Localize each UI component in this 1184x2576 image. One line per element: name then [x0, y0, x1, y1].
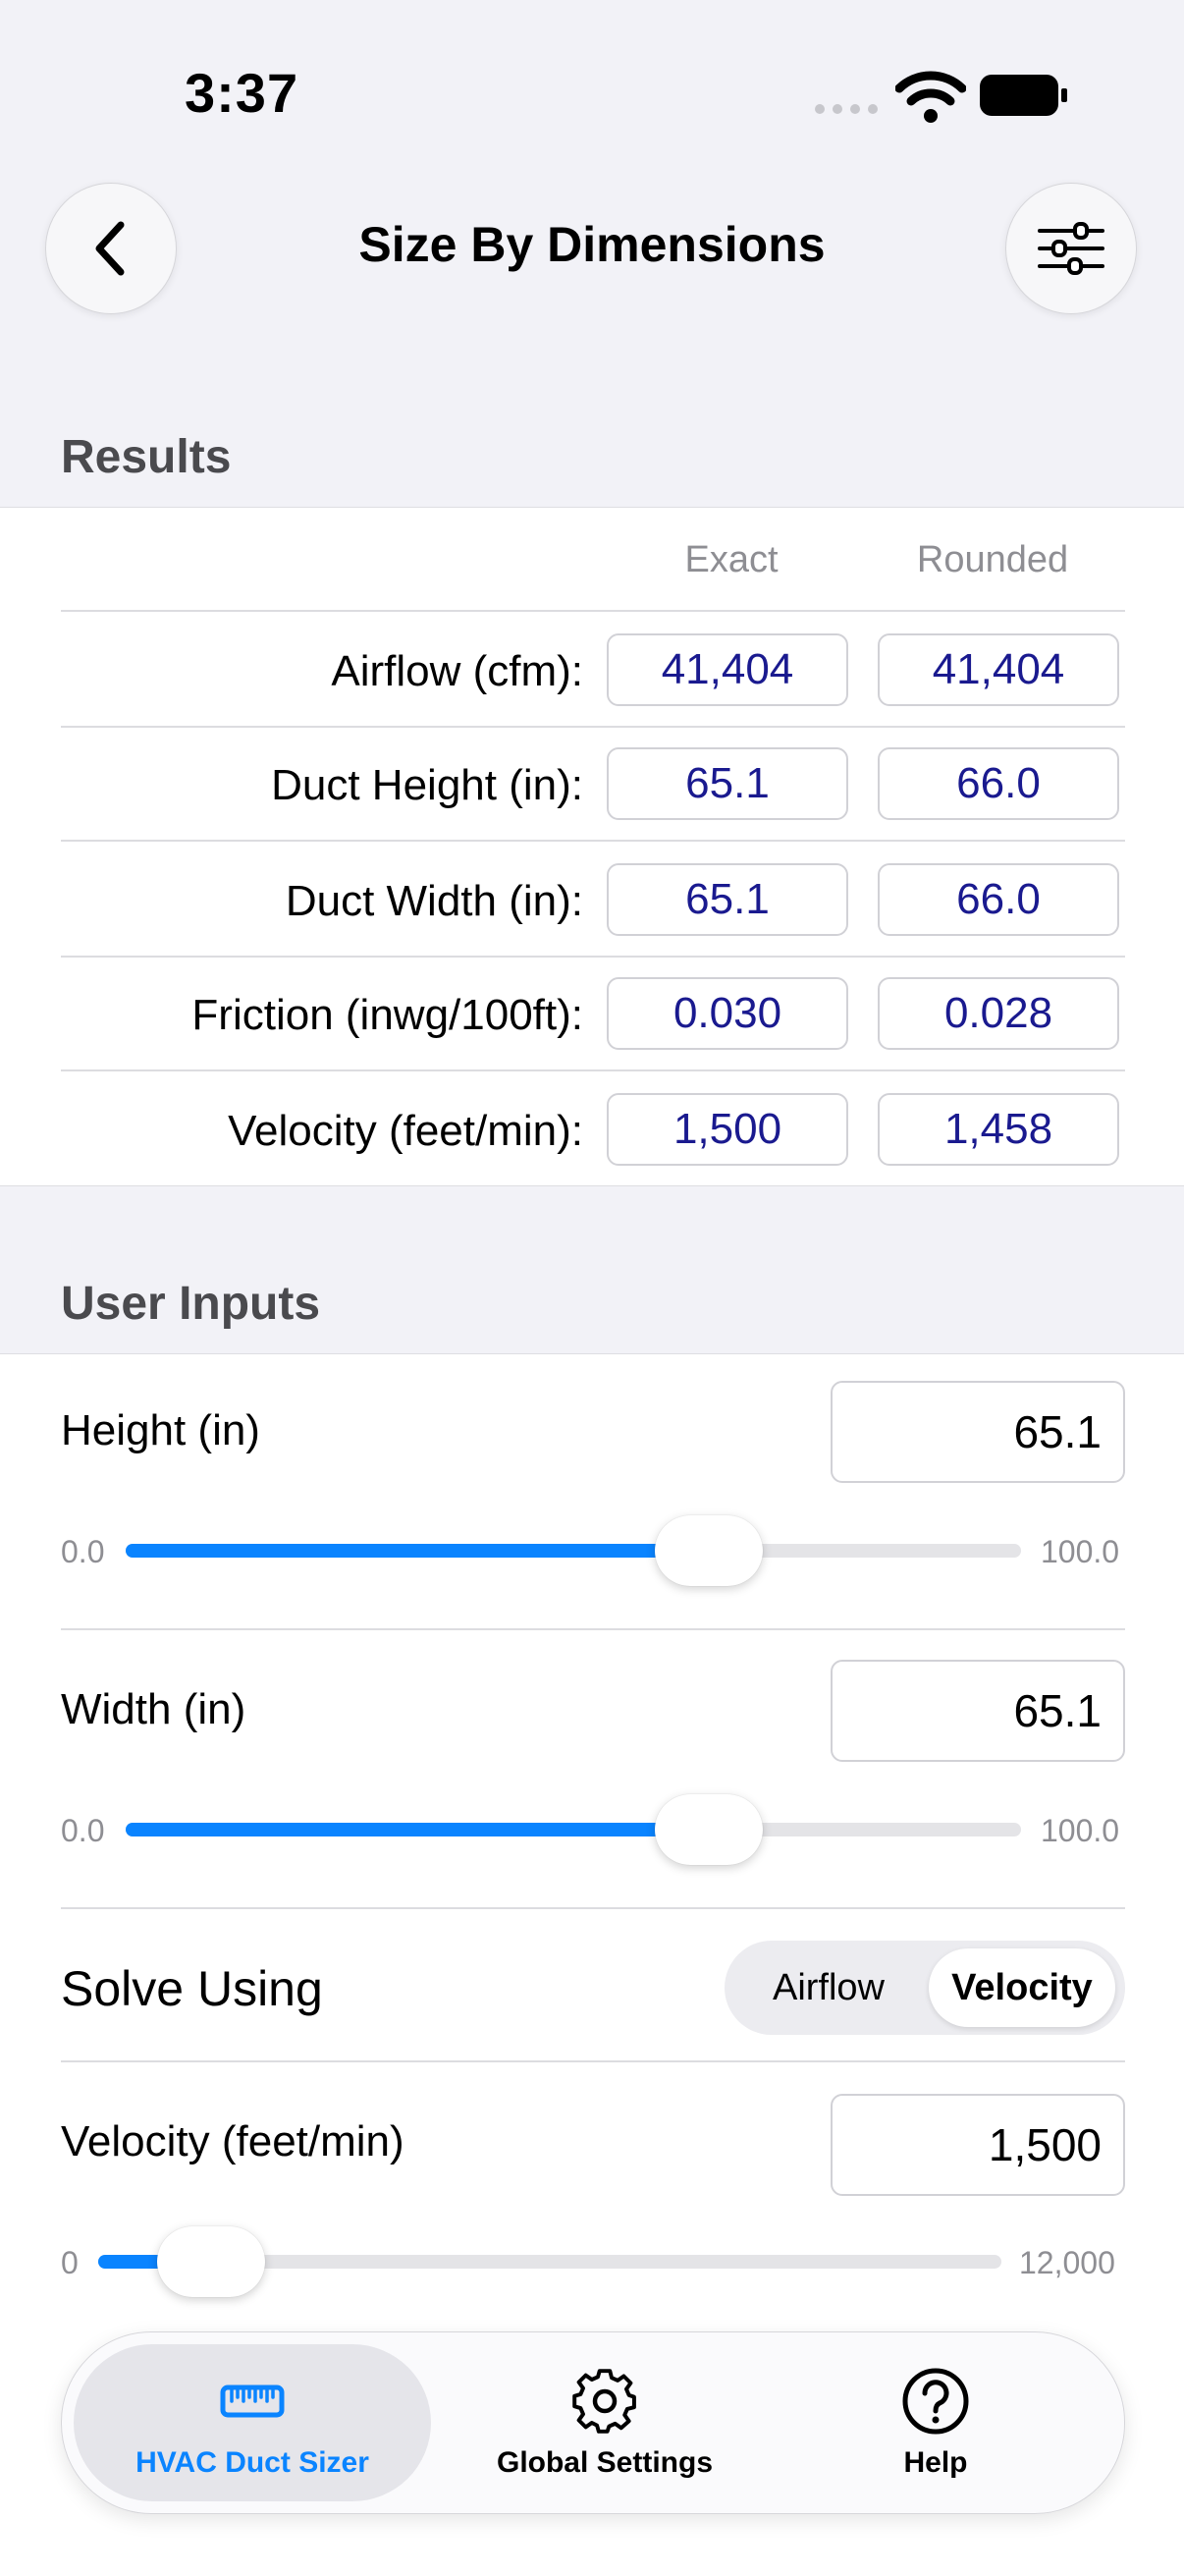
tab-hvac-duct-sizer[interactable]: HVAC Duct Sizer	[74, 2344, 431, 2501]
divider	[61, 840, 1125, 842]
duct-width-rounded-value: 66.0	[878, 863, 1119, 936]
solve-using-segmented-control: Airflow Velocity	[725, 1941, 1125, 2035]
duct-height-rounded-value: 66.0	[878, 747, 1119, 820]
height-label: Height (in)	[61, 1406, 260, 1454]
sliders-icon	[1038, 222, 1104, 275]
divider	[61, 956, 1125, 958]
segment-velocity[interactable]: Velocity	[929, 1948, 1115, 2027]
tab-label: Help	[903, 2446, 968, 2479]
wifi-icon	[895, 71, 966, 123]
row-label-duct-width: Duct Width (in):	[285, 877, 583, 925]
row-label-airflow: Airflow (cfm):	[331, 647, 583, 695]
status-time: 3:37	[185, 62, 299, 124]
velocity-rounded-value: 1,458	[878, 1093, 1119, 1166]
tab-label: HVAC Duct Sizer	[135, 2446, 369, 2479]
velocity-slider-max: 12,000	[1019, 2245, 1115, 2280]
row-label-friction: Friction (inwg/100ft):	[191, 991, 583, 1039]
airflow-rounded-value: 41,404	[878, 633, 1119, 706]
divider	[61, 726, 1125, 728]
velocity-label: Velocity (feet/min)	[61, 2117, 404, 2165]
friction-exact-value: 0.030	[607, 977, 848, 1050]
ruler-icon	[220, 2384, 285, 2418]
signal-icon	[815, 104, 878, 116]
height-input[interactable]: 65.1	[831, 1381, 1125, 1483]
battery-icon	[980, 75, 1067, 116]
divider	[61, 1907, 1125, 1909]
results-section-title: Results	[61, 431, 232, 483]
gear-icon	[572, 2369, 636, 2434]
tab-help[interactable]: Help	[837, 2344, 1034, 2501]
height-slider-fill	[126, 1544, 709, 1558]
divider	[61, 1628, 1125, 1630]
col-exact-header: Exact	[684, 539, 779, 580]
tab-global-settings[interactable]: Global Settings	[462, 2344, 747, 2501]
question-circle-icon	[902, 2368, 969, 2435]
width-slider-min: 0.0	[61, 1813, 105, 1848]
tab-label: Global Settings	[496, 2446, 714, 2479]
width-input[interactable]: 65.1	[831, 1660, 1125, 1762]
row-label-duct-height: Duct Height (in):	[271, 761, 583, 809]
col-rounded-header: Rounded	[916, 539, 1069, 580]
velocity-slider-min: 0	[61, 2245, 79, 2280]
solve-using-label: Solve Using	[61, 1961, 323, 2016]
duct-width-exact-value: 65.1	[607, 863, 848, 936]
velocity-exact-value: 1,500	[607, 1093, 848, 1166]
results-panel: Exact Rounded Airflow (cfm): 41,404 41,4…	[0, 507, 1184, 1186]
width-slider-fill	[126, 1823, 709, 1836]
velocity-input[interactable]: 1,500	[831, 2094, 1125, 2196]
filter-settings-button[interactable]	[1005, 183, 1137, 314]
friction-rounded-value: 0.028	[878, 977, 1119, 1050]
divider	[61, 1069, 1125, 1071]
width-slider-thumb[interactable]	[655, 1794, 763, 1865]
height-slider-thumb[interactable]	[655, 1515, 763, 1586]
width-label: Width (in)	[61, 1685, 246, 1733]
duct-height-exact-value: 65.1	[607, 747, 848, 820]
width-slider-max: 100.0	[1041, 1813, 1120, 1848]
divider	[61, 610, 1125, 612]
divider	[61, 2060, 1125, 2062]
airflow-exact-value: 41,404	[607, 633, 848, 706]
row-label-velocity: Velocity (feet/min):	[228, 1107, 583, 1155]
height-slider-max: 100.0	[1041, 1534, 1120, 1569]
segment-airflow[interactable]: Airflow	[734, 1948, 923, 2027]
height-slider-min: 0.0	[61, 1534, 105, 1569]
tab-bar: HVAC Duct Sizer Global Settings Help	[61, 2331, 1125, 2514]
velocity-slider-thumb[interactable]	[157, 2226, 265, 2297]
inputs-section-title: User Inputs	[61, 1278, 321, 1330]
